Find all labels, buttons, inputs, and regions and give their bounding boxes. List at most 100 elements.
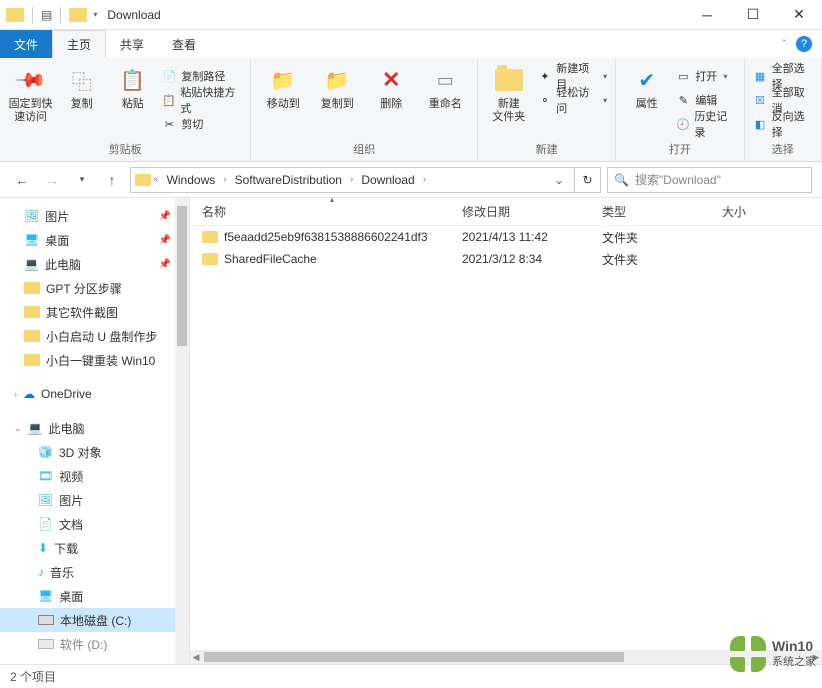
watermark-logo-icon [730,636,766,672]
pin-to-quick-access-button[interactable]: 📌 固定到快 速访问 [8,62,53,124]
close-button[interactable]: ✕ [776,0,822,30]
sidebar-item-onedrive[interactable]: ›☁OneDrive [0,382,189,406]
tab-file[interactable]: 文件 [0,30,52,58]
select-none-button[interactable]: ☒全部取消 [753,90,813,110]
ribbon-collapse-icon[interactable]: ˇ [783,39,786,50]
paste-shortcut-button[interactable]: 📋粘贴快捷方式 [161,90,242,110]
sidebar-item-this-pc-quick[interactable]: 💻此电脑📌 [0,252,189,276]
pc-icon: 💻 [24,257,39,271]
pin-icon: 📌 [159,259,171,270]
sidebar-item-local-disk-c[interactable]: 本地磁盘 (C:) [0,608,189,632]
sidebar-item-screenshots[interactable]: 其它软件截图 [0,300,189,324]
tab-view[interactable]: 查看 [158,30,210,58]
qat-dropdown-icon[interactable]: ▾ [93,10,97,19]
file-name: SharedFileCache [224,252,317,266]
title-bar: ▤ ▾ Download ─ ☐ ✕ [0,0,822,30]
quick-access-toolbar: ▤ ▾ [0,7,97,23]
sidebar-item-gpt[interactable]: GPT 分区步骤 [0,276,189,300]
move-to-icon: 📁 [271,68,296,93]
copy-to-icon: 📁 [325,68,350,93]
open-button[interactable]: ▭打开▾ [675,66,735,86]
invert-selection-button[interactable]: ◧反向选择 [753,114,813,134]
address-dropdown-icon[interactable]: ⌄ [548,173,570,187]
copy-path-icon: 📄 [161,68,177,84]
address-bar[interactable]: « Windows › SoftwareDistribution › Downl… [130,167,575,193]
copy-path-button[interactable]: 📄复制路径 [161,66,242,86]
properties-button[interactable]: ✔ 属性 [624,62,669,111]
tab-home[interactable]: 主页 [52,30,106,58]
disk-icon [38,639,54,649]
disk-icon [38,615,54,625]
address-folder-icon [135,174,151,186]
nav-forward-button[interactable]: → [40,168,64,192]
column-header-name[interactable]: ▴名称 [202,203,462,220]
column-header-modified[interactable]: 修改日期 [462,203,602,220]
edit-button[interactable]: ✎编辑 [675,90,735,110]
sidebar-item-xiaobai-reinstall[interactable]: 小白一键重装 Win10 [0,348,189,372]
status-bar: 2 个项目 [0,664,822,688]
file-modified: 2021/3/12 8:34 [462,252,602,266]
music-icon: ♪ [38,565,44,579]
select-all-button[interactable]: ▦全部选择 [753,66,813,86]
maximize-button[interactable]: ☐ [730,0,776,30]
cut-button[interactable]: ✂剪切 [161,114,242,134]
sidebar-item-videos[interactable]: 🎞视频 [0,464,189,488]
new-folder-button[interactable]: 新建 文件夹 [486,62,531,124]
minimize-button[interactable]: ─ [684,0,730,30]
group-label-new: 新建 [486,139,607,161]
move-to-button[interactable]: 📁 移动到 [259,62,307,111]
properties-icon: ✔ [638,68,655,93]
search-box[interactable]: 🔍 搜索"Download" [607,167,812,193]
history-button[interactable]: 🕘历史记录 [675,114,735,134]
open-icon: ▭ [675,68,691,84]
sidebar-item-this-pc[interactable]: ⌄💻此电脑 [0,416,189,440]
help-icon[interactable]: ? [796,36,812,52]
sidebar-item-xiaobai-usb[interactable]: 小白启动 U 盘制作步 [0,324,189,348]
group-label-clipboard: 剪贴板 [8,139,242,161]
sidebar-item-music[interactable]: ♪音乐 [0,560,189,584]
nav-back-button[interactable]: ← [10,168,34,192]
sidebar-item-desktop[interactable]: 🖥桌面📌 [0,228,189,252]
pin-icon: 📌 [159,235,171,246]
copy-to-button[interactable]: 📁 复制到 [313,62,361,111]
sidebar-item-3d-objects[interactable]: 🧊3D 对象 [0,440,189,464]
new-folder-icon [495,69,523,91]
invert-icon: ◧ [753,116,768,132]
sidebar-scrollbar[interactable] [175,198,189,664]
content-horizontal-scrollbar[interactable]: ◀ ▶ [190,650,822,664]
nav-up-button[interactable]: ↑ [100,168,124,192]
file-row[interactable]: f5eaadd25eb9f6381538886602241df3 2021/4/… [190,226,822,248]
qat-folder-icon[interactable] [69,8,87,22]
paste-button[interactable]: 📋 粘贴 [110,62,155,111]
sidebar-item-pictures-2[interactable]: 🖼图片 [0,488,189,512]
copy-button[interactable]: ⿻ 复制 [59,62,104,111]
column-header-type[interactable]: 类型 [602,203,722,220]
pictures-icon: 🖼 [38,493,53,507]
sidebar-item-soft-d[interactable]: 软件 (D:) [0,632,189,656]
sidebar-item-documents[interactable]: 📄文档 [0,512,189,536]
sidebar-item-downloads[interactable]: ⬇下载 [0,536,189,560]
folder-icon [24,282,40,294]
sidebar-item-desktop-2[interactable]: 🖥桌面 [0,584,189,608]
select-all-icon: ▦ [753,68,768,84]
delete-icon: ✕ [382,67,400,93]
address-bar-row: ← → ▾ ↑ « Windows › SoftwareDistribution… [0,162,822,198]
tab-share[interactable]: 共享 [106,30,158,58]
refresh-button[interactable]: ↻ [575,167,601,193]
breadcrumb-item[interactable]: SoftwareDistribution [229,173,348,187]
breadcrumb-item[interactable]: Windows [161,173,222,187]
breadcrumb-item[interactable]: Download [355,173,420,187]
sort-indicator-icon: ▴ [330,195,334,204]
file-row[interactable]: SharedFileCache 2021/3/12 8:34 文件夹 [190,248,822,270]
sidebar-item-pictures[interactable]: 🖼图片📌 [0,204,189,228]
nav-recent-dropdown[interactable]: ▾ [70,168,94,192]
pin-icon: 📌 [159,211,171,222]
new-item-button[interactable]: ✦新建项目▾ [537,66,607,86]
easy-access-button[interactable]: ⚬轻松访问▾ [537,90,607,110]
rename-button[interactable]: ▭ 重命名 [421,62,469,111]
qat-properties-icon[interactable]: ▤ [41,8,52,22]
search-icon: 🔍 [614,173,629,187]
column-header-size[interactable]: 大小 [722,203,802,220]
delete-button[interactable]: ✕ 删除 [367,62,415,111]
rename-icon: ▭ [437,70,454,91]
